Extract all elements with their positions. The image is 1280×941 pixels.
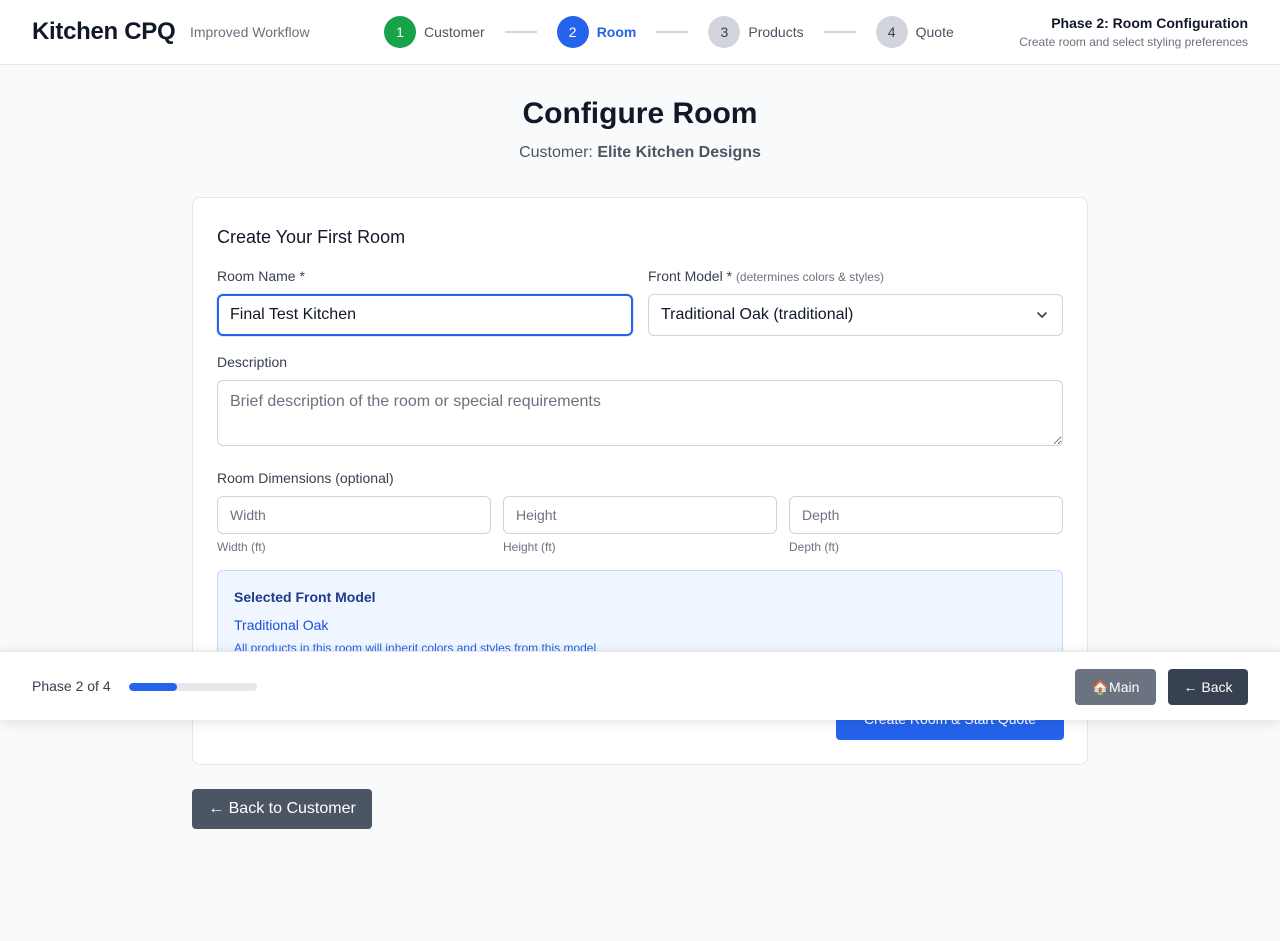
front-model-label-text: Front Model * (648, 268, 733, 284)
step-customer[interactable]: 1 Customer (384, 16, 485, 48)
step-connector (823, 31, 856, 33)
width-hint: Width (ft) (217, 540, 266, 554)
customer-name: Elite Kitchen Designs (597, 144, 761, 161)
back-button[interactable]: ← Back (1168, 669, 1248, 705)
phase-info: Phase 2: Room Configuration Create room … (1019, 15, 1248, 49)
main-button[interactable]: 🏠Main (1075, 669, 1156, 705)
room-name-input[interactable] (217, 294, 633, 336)
step-label: Quote (915, 24, 954, 40)
height-input[interactable] (503, 496, 777, 534)
progress-track (129, 683, 257, 691)
room-name-label: Room Name * (217, 268, 305, 284)
selected-model-heading: Selected Front Model (234, 589, 376, 605)
top-bar: Kitchen CPQ Improved Workflow 1 Customer… (0, 0, 1280, 65)
front-model-value: Traditional Oak (traditional) (661, 306, 854, 323)
step-label: Products (748, 24, 804, 40)
step-room[interactable]: 2 Room (556, 16, 637, 48)
step-connector (504, 31, 537, 33)
depth-input[interactable] (789, 496, 1063, 534)
width-input[interactable] (217, 496, 491, 534)
front-model-hint: (determines colors & styles) (735, 270, 884, 284)
step-quote: 4 Quote (875, 16, 954, 48)
step-number: 1 (384, 16, 416, 48)
step-connector (656, 31, 689, 33)
step-number: 4 (875, 16, 908, 48)
step-label: Customer (424, 24, 485, 40)
step-number: 3 (708, 16, 741, 48)
description-label: Description (217, 354, 288, 370)
bottom-progress-bar: Phase 2 of 4 🏠Main ← Back (0, 651, 1280, 720)
step-label: Room (596, 24, 637, 40)
phase-count: Phase 2 of 4 (32, 678, 111, 694)
chevron-down-icon (1037, 312, 1047, 318)
height-hint: Height (ft) (503, 540, 556, 554)
progress-fill (129, 683, 177, 691)
dimensions-label: Room Dimensions (optional) (217, 470, 394, 486)
depth-hint: Depth (ft) (789, 540, 840, 554)
back-to-customer-button[interactable]: ← Back to Customer (192, 789, 372, 829)
page-title: Configure Room (522, 97, 758, 130)
card-title: Create Your First Room (217, 227, 406, 247)
phase-title: Phase 2: Room Configuration (1051, 15, 1248, 31)
front-model-select[interactable]: Traditional Oak (traditional) (648, 294, 1063, 336)
selected-model-name: Traditional Oak (234, 617, 329, 633)
description-textarea[interactable] (217, 380, 1063, 446)
step-number: 2 (556, 16, 589, 48)
front-model-label: Front Model * (determines colors & style… (648, 268, 884, 284)
customer-label: Customer: (519, 144, 593, 161)
workflow-stepper: 1 Customer 2 Room 3 Products 4 Quote (384, 16, 954, 48)
step-products: 3 Products (708, 16, 804, 48)
app-subtitle: Improved Workflow (190, 24, 310, 40)
phase-description: Create room and select styling preferenc… (1019, 35, 1248, 49)
customer-line: Customer: Elite Kitchen Designs (0, 144, 1280, 162)
app-brand[interactable]: Kitchen CPQ (32, 18, 176, 46)
